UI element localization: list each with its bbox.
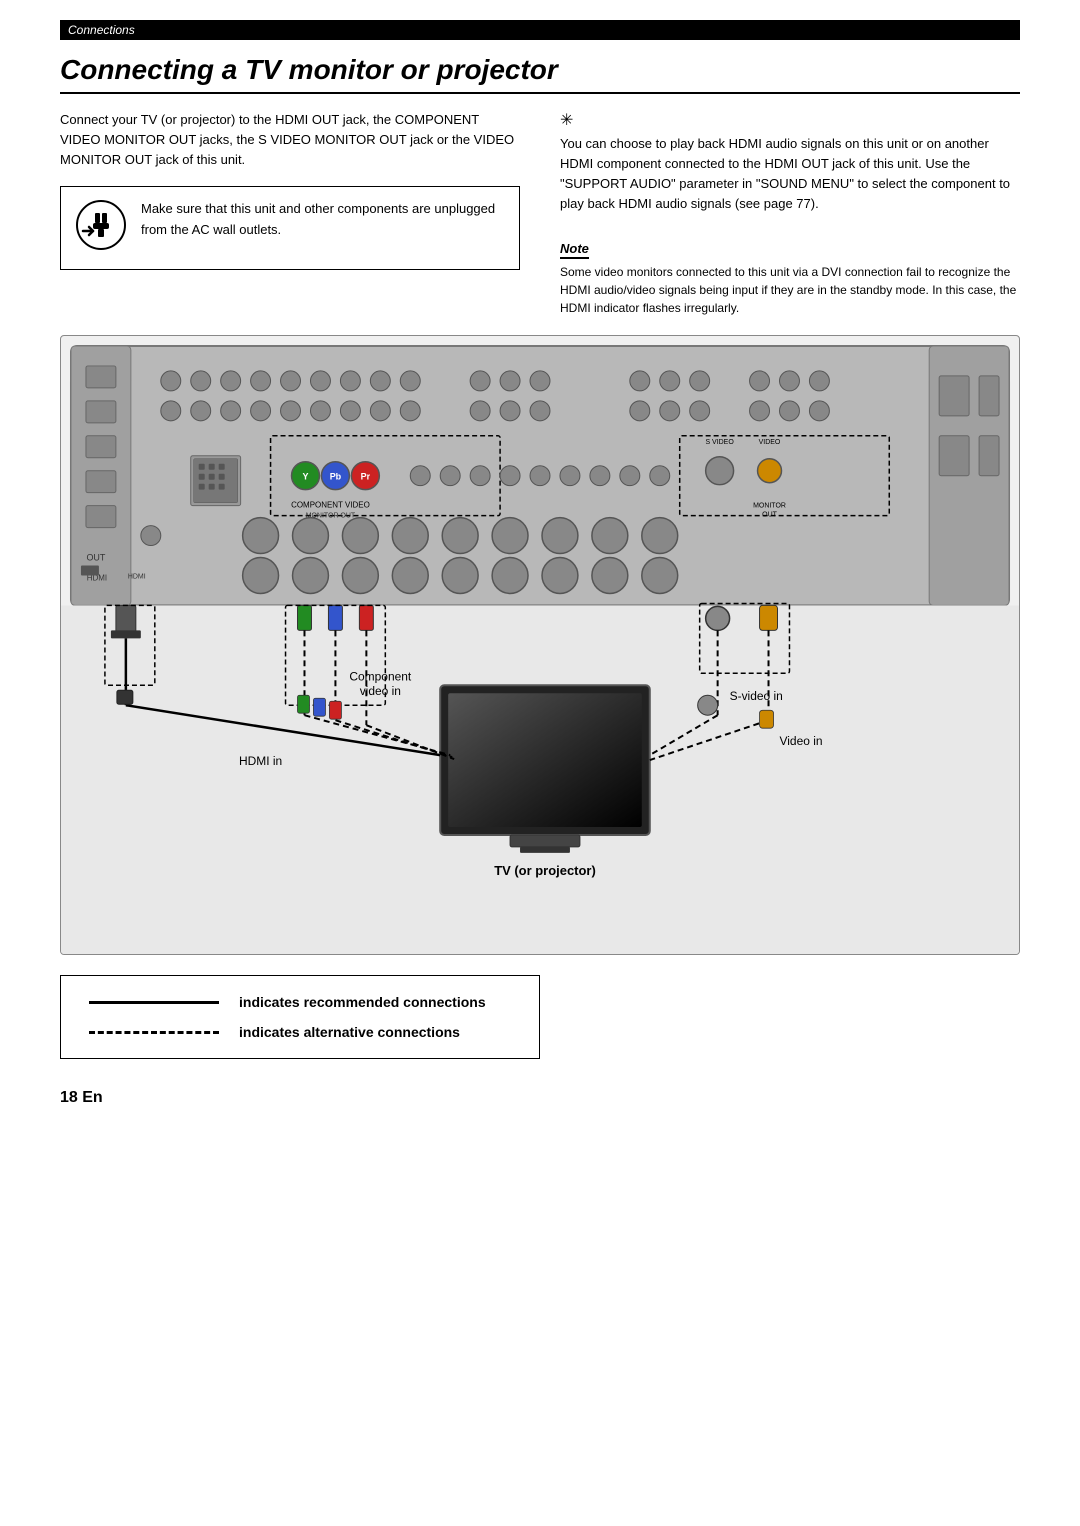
svg-text:Pr: Pr [361, 471, 371, 481]
svg-text:TV (or projector): TV (or projector) [494, 862, 596, 877]
page: Connections Connecting a TV monitor or p… [0, 0, 1080, 1526]
page-title: Connecting a TV monitor or projector [60, 54, 1020, 94]
legend-box: indicates recommended connections indica… [60, 975, 540, 1059]
svg-text:S-video in: S-video in [730, 689, 783, 703]
warning-text: Make sure that this unit and other compo… [141, 199, 505, 239]
note-label: Note [560, 241, 589, 259]
svg-text:Component: Component [349, 669, 412, 683]
breadcrumb: Connections [60, 20, 1020, 40]
svg-text:Y: Y [302, 471, 308, 481]
legend-solid: indicates recommended connections [89, 994, 511, 1010]
svg-text:COMPONENT VIDEO: COMPONENT VIDEO [291, 500, 370, 509]
intro-right: ✳︎ You can choose to play back HDMI audi… [560, 110, 1020, 317]
svg-text:HDMI: HDMI [128, 573, 146, 580]
warning-box: Make sure that this unit and other compo… [60, 186, 520, 270]
intro-columns: Connect your TV (or projector) to the HD… [60, 110, 1020, 317]
page-number: 18 En [60, 1089, 1020, 1107]
solid-line-icon [89, 1001, 219, 1004]
dashed-label: indicates alternative connections [239, 1024, 460, 1040]
intro-left-text: Connect your TV (or projector) to the HD… [60, 110, 520, 170]
svg-text:HDMI in: HDMI in [239, 754, 282, 768]
svg-text:OUT: OUT [762, 511, 777, 518]
note-text: Some video monitors connected to this un… [560, 263, 1020, 317]
svg-text:OUT: OUT [86, 552, 105, 562]
svg-text:video in: video in [360, 684, 401, 698]
intro-left: Connect your TV (or projector) to the HD… [60, 110, 520, 317]
diagram-container: OUT HDMI Y Pb Pr COMPONENT VIDEO MONITOR… [60, 335, 1020, 956]
svg-text:Video in: Video in [779, 734, 822, 748]
intro-right-text: You can choose to play back HDMI audio s… [560, 134, 1020, 215]
svg-text:MONITOR: MONITOR [753, 502, 786, 509]
tip-icon: ✳︎ [560, 110, 1020, 130]
diagram-svg: OUT HDMI Y Pb Pr COMPONENT VIDEO MONITOR… [61, 336, 1019, 955]
warning-icon [75, 199, 127, 257]
legend-dashed: indicates alternative connections [89, 1024, 511, 1040]
svg-text:VIDEO: VIDEO [759, 438, 781, 445]
svg-text:S VIDEO: S VIDEO [705, 438, 734, 445]
svg-text:Pb: Pb [330, 471, 342, 481]
solid-label: indicates recommended connections [239, 994, 486, 1010]
dashed-line-icon [89, 1031, 219, 1034]
